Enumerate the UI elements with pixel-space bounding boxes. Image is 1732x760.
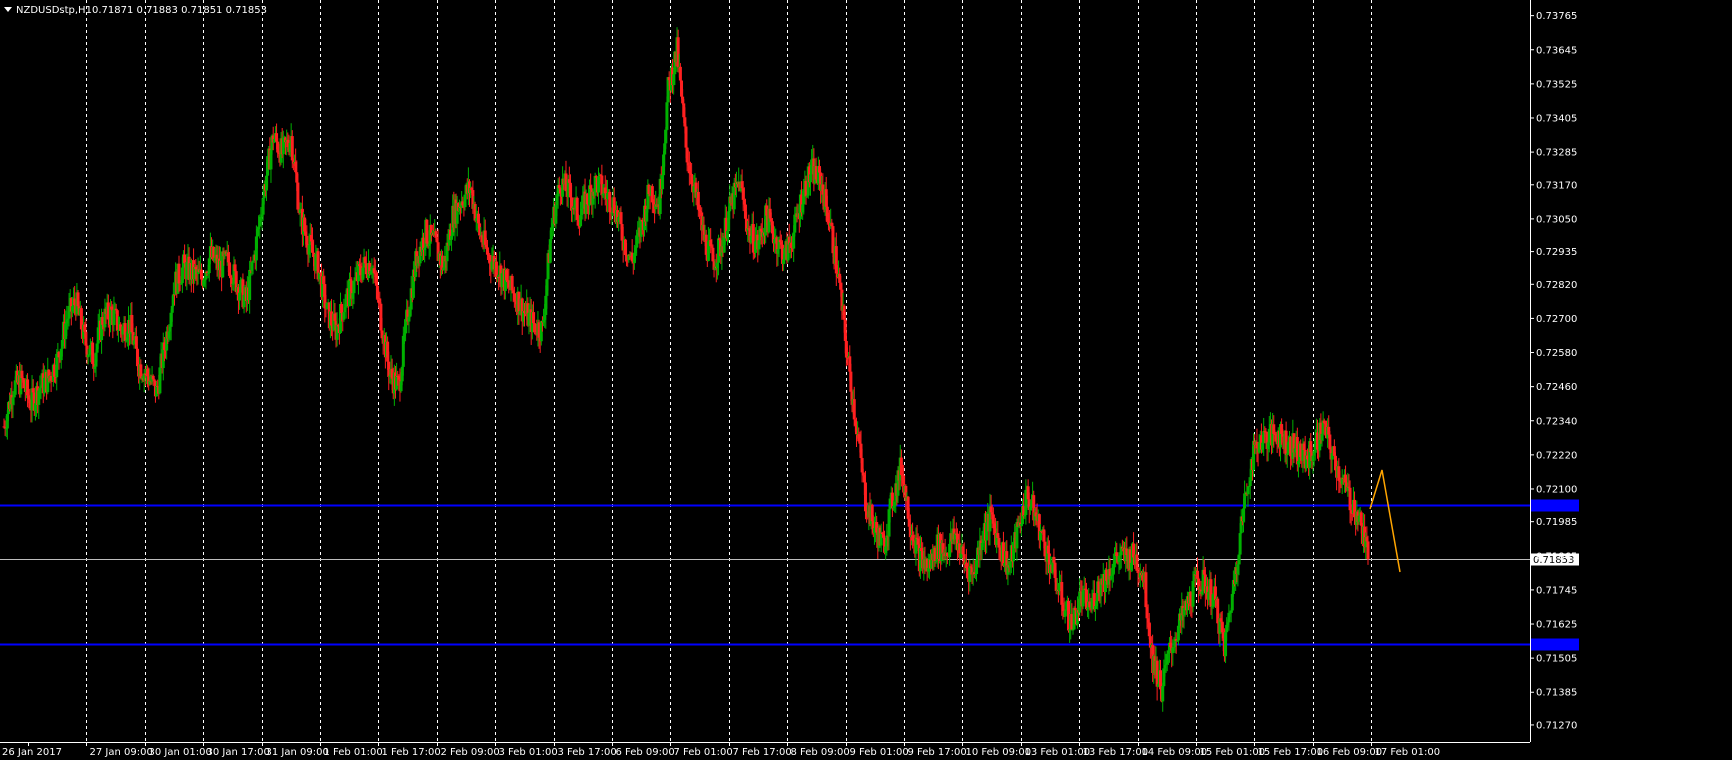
y-tick-label: 0.71385	[1536, 688, 1577, 699]
y-tick-label: 0.71865	[1536, 551, 1577, 562]
candle-body	[1246, 486, 1250, 495]
candle-body	[678, 66, 682, 81]
candle-body	[340, 304, 344, 313]
candle-body	[425, 219, 429, 244]
candle-body	[849, 371, 853, 392]
candle-body	[248, 269, 252, 300]
x-tick-label: 15 Feb 17:00	[1258, 747, 1324, 758]
candle-body	[290, 136, 294, 161]
x-tick-label: 1 Feb 17:00	[382, 747, 441, 758]
x-tick-label: 13 Feb 01:00	[1025, 747, 1091, 758]
x-tick-label: 9 Feb 01:00	[850, 747, 909, 758]
candle-body	[684, 126, 688, 148]
candle-body	[579, 215, 583, 227]
y-tick-label: 0.71625	[1536, 620, 1577, 631]
candle-body	[991, 514, 995, 524]
x-tick-label: 31 Jan 09:00	[266, 747, 329, 758]
y-tick-label: 0.73405	[1536, 113, 1577, 124]
y-tick-label: 0.73285	[1536, 148, 1577, 159]
candle-body	[510, 275, 514, 291]
candle-body	[342, 312, 346, 320]
y-tick-label: 0.71745	[1536, 585, 1577, 596]
y-tick-label: 0.72820	[1536, 280, 1577, 291]
y-tick-label: 0.73170	[1536, 180, 1577, 191]
chart-background	[0, 0, 1732, 760]
candle-body	[549, 227, 553, 240]
candle-body	[134, 336, 138, 349]
x-tick-label: 13 Feb 17:00	[1083, 747, 1149, 758]
x-tick-label: 1 Feb 01:00	[324, 747, 383, 758]
x-tick-label: 17 Feb 01:00	[1375, 747, 1441, 758]
candle-body	[664, 129, 668, 144]
y-tick-label: 0.72220	[1536, 450, 1577, 461]
x-tick-label: 16 Feb 09:00	[1317, 747, 1383, 758]
candle-body	[112, 309, 116, 326]
y-tick-label: 0.71270	[1536, 720, 1577, 731]
x-tick-label: 7 Feb 17:00	[733, 747, 792, 758]
candle-body	[1073, 607, 1077, 611]
chart-header: NZDUSDstp,H1 0.71871 0.71883 0.71851 0.7…	[4, 5, 267, 16]
level-line-upper-tag-label: 0.72045	[1533, 501, 1574, 512]
x-tick-label: 26 Jan 2017	[2, 747, 62, 758]
x-tick-label: 8 Feb 09:00	[791, 747, 850, 758]
y-tick-label: 0.71505	[1536, 654, 1577, 665]
y-tick-label: 0.71985	[1536, 517, 1577, 528]
x-tick-label: 7 Feb 01:00	[674, 747, 733, 758]
x-tick-label: 9 Feb 17:00	[908, 747, 967, 758]
candle-body	[665, 102, 669, 130]
y-tick-label: 0.73765	[1536, 11, 1577, 22]
ohlc-values: 0.71871 0.71883 0.71851 0.71853	[92, 5, 267, 16]
candle-body	[352, 280, 356, 294]
y-tick-label: 0.73050	[1536, 214, 1577, 225]
symbol-label: NZDUSDstp,H1	[16, 5, 92, 16]
x-tick-label: 14 Feb 09:00	[1142, 747, 1208, 758]
x-tick-label: 27 Jan 09:00	[90, 747, 153, 758]
candle-body	[852, 399, 856, 420]
candle-body	[1366, 541, 1370, 560]
candle-body	[1060, 582, 1064, 605]
x-tick-label: 2 Feb 09:00	[441, 747, 500, 758]
candle-body	[434, 231, 438, 238]
y-tick-label: 0.73645	[1536, 45, 1577, 56]
y-tick-label: 0.72460	[1536, 382, 1577, 393]
candle-body	[1238, 533, 1242, 555]
y-tick-label: 0.73525	[1536, 79, 1577, 90]
x-tick-label: 6 Feb 09:00	[616, 747, 675, 758]
candlestick-chart[interactable]: 0.720450.715550.71853 26 Jan 2017 27 Jan …	[0, 0, 1732, 760]
candle-body	[1161, 686, 1165, 702]
y-tick-label: 0.72580	[1536, 348, 1577, 359]
y-tick-label: 0.72935	[1536, 247, 1577, 258]
candle-body	[1115, 552, 1119, 556]
x-tick-label: 3 Feb 17:00	[558, 747, 617, 758]
candle-body	[1176, 625, 1180, 641]
x-tick-label: 30 Jan 01:00	[149, 747, 212, 758]
x-tick-label: 3 Feb 01:00	[499, 747, 558, 758]
x-tick-label: 10 Feb 09:00	[966, 747, 1032, 758]
candle-body	[1248, 480, 1252, 487]
candle-body	[152, 379, 156, 381]
level-line-lower-tag-label: 0.71555	[1533, 640, 1574, 651]
x-tick-label: 30 Jan 17:00	[207, 747, 270, 758]
y-tick-label: 0.72700	[1536, 314, 1577, 325]
y-tick-label: 0.72340	[1536, 416, 1577, 427]
x-tick-label: 15 Feb 01:00	[1200, 747, 1266, 758]
y-tick-label: 0.72100	[1536, 484, 1577, 495]
